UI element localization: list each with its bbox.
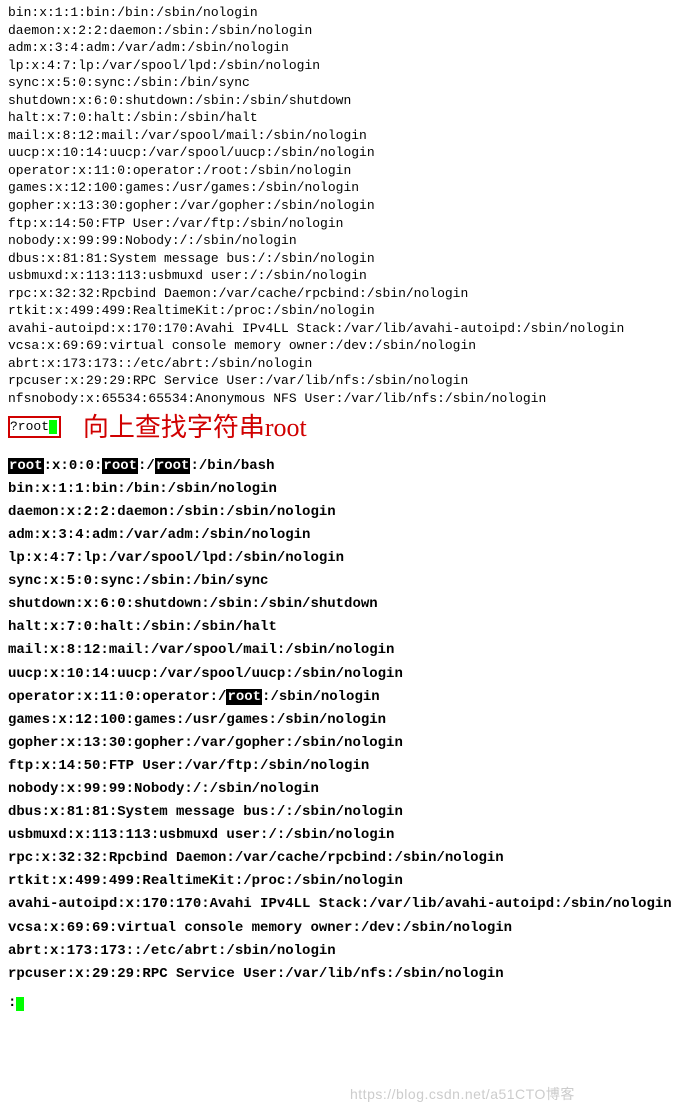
text-segment: bin:x:1:1:bin:/bin:/sbin/nologin	[8, 481, 277, 497]
text-segment: adm:x:3:4:adm:/var/adm:/sbin/nologin	[8, 527, 310, 543]
passwd-line: root:x:0:0:root:/root:/bin/bash	[8, 455, 667, 478]
text-segment: rpc:x:32:32:Rpcbind Daemon:/var/cache/rp…	[8, 850, 504, 866]
text-segment: nobody:x:99:99:Nobody:/:/sbin/nologin	[8, 781, 319, 797]
text-segment: :/	[138, 458, 155, 474]
text-segment: operator:x:11:0:operator:/	[8, 689, 226, 705]
watermark-text: https://blog.csdn.net/a51CTO博客	[350, 1085, 575, 1104]
passwd-line: bin:x:1:1:bin:/bin:/sbin/nologin	[8, 4, 667, 22]
prompt-colon: :	[8, 995, 16, 1011]
text-segment: :/sbin/nologin	[262, 689, 380, 705]
text-segment: abrt:x:173:173::/etc/abrt:/sbin/nologin	[8, 943, 336, 959]
text-segment: :/bin/bash	[190, 458, 274, 474]
passwd-line: gopher:x:13:30:gopher:/var/gopher:/sbin/…	[8, 732, 667, 755]
passwd-line: rpcuser:x:29:29:RPC Service User:/var/li…	[8, 372, 667, 390]
passwd-line: adm:x:3:4:adm:/var/adm:/sbin/nologin	[8, 524, 667, 547]
text-segment: ftp:x:14:50:FTP User:/var/ftp:/sbin/nolo…	[8, 758, 369, 774]
passwd-line: shutdown:x:6:0:shutdown:/sbin:/sbin/shut…	[8, 593, 667, 616]
search-text: ?root	[10, 419, 49, 434]
passwd-line: games:x:12:100:games:/usr/games:/sbin/no…	[8, 709, 667, 732]
passwd-line: uucp:x:10:14:uucp:/var/spool/uucp:/sbin/…	[8, 663, 667, 686]
passwd-line: gopher:x:13:30:gopher:/var/gopher:/sbin/…	[8, 197, 667, 215]
passwd-line: usbmuxd:x:113:113:usbmuxd user:/:/sbin/n…	[8, 267, 667, 285]
passwd-line: mail:x:8:12:mail:/var/spool/mail:/sbin/n…	[8, 127, 667, 145]
text-segment: dbus:x:81:81:System message bus:/:/sbin/…	[8, 804, 403, 820]
cursor-icon	[49, 420, 57, 434]
text-segment: usbmuxd:x:113:113:usbmuxd user:/:/sbin/n…	[8, 827, 394, 843]
text-segment: vcsa:x:69:69:virtual console memory owne…	[8, 920, 512, 936]
passwd-line: avahi-autoipd:x:170:170:Avahi IPv4LL Sta…	[8, 893, 667, 916]
passwd-line: lp:x:4:7:lp:/var/spool/lpd:/sbin/nologin	[8, 57, 667, 75]
passwd-line: halt:x:7:0:halt:/sbin:/sbin/halt	[8, 109, 667, 127]
search-match: root	[226, 689, 262, 705]
passwd-line: adm:x:3:4:adm:/var/adm:/sbin/nologin	[8, 39, 667, 57]
passwd-line: bin:x:1:1:bin:/bin:/sbin/nologin	[8, 478, 667, 501]
passwd-line: nobody:x:99:99:Nobody:/:/sbin/nologin	[8, 778, 667, 801]
passwd-line: mail:x:8:12:mail:/var/spool/mail:/sbin/n…	[8, 639, 667, 662]
search-line: ?root 向上查找字符串root	[0, 410, 675, 445]
terminal-output-bottom: root:x:0:0:root:/root:/bin/bashbin:x:1:1…	[0, 455, 675, 992]
passwd-line: sync:x:5:0:sync:/sbin:/bin/sync	[8, 570, 667, 593]
passwd-line: rpc:x:32:32:Rpcbind Daemon:/var/cache/rp…	[8, 285, 667, 303]
passwd-line: dbus:x:81:81:System message bus:/:/sbin/…	[8, 250, 667, 268]
text-segment: rpcuser:x:29:29:RPC Service User:/var/li…	[8, 966, 504, 982]
text-segment: daemon:x:2:2:daemon:/sbin:/sbin/nologin	[8, 504, 336, 520]
passwd-line: rpcuser:x:29:29:RPC Service User:/var/li…	[8, 963, 667, 986]
passwd-line: halt:x:7:0:halt:/sbin:/sbin/halt	[8, 616, 667, 639]
passwd-line: vcsa:x:69:69:virtual console memory owne…	[8, 337, 667, 355]
annotation-label: 向上查找字符串root	[83, 410, 307, 445]
text-segment: lp:x:4:7:lp:/var/spool/lpd:/sbin/nologin	[8, 550, 344, 566]
passwd-line: nfsnobody:x:65534:65534:Anonymous NFS Us…	[8, 390, 667, 408]
passwd-line: daemon:x:2:2:daemon:/sbin:/sbin/nologin	[8, 22, 667, 40]
passwd-line: rtkit:x:499:499:RealtimeKit:/proc:/sbin/…	[8, 302, 667, 320]
passwd-line: abrt:x:173:173::/etc/abrt:/sbin/nologin	[8, 355, 667, 373]
passwd-line: ftp:x:14:50:FTP User:/var/ftp:/sbin/nolo…	[8, 215, 667, 233]
text-segment: gopher:x:13:30:gopher:/var/gopher:/sbin/…	[8, 735, 403, 751]
text-segment: shutdown:x:6:0:shutdown:/sbin:/sbin/shut…	[8, 596, 378, 612]
text-segment: avahi-autoipd:x:170:170:Avahi IPv4LL Sta…	[8, 896, 672, 912]
search-match: root	[8, 458, 44, 474]
search-match: root	[102, 458, 138, 474]
search-match: root	[155, 458, 191, 474]
passwd-line: operator:x:11:0:operator:/root:/sbin/nol…	[8, 686, 667, 709]
prompt-line[interactable]: :	[0, 992, 675, 1021]
passwd-line: ftp:x:14:50:FTP User:/var/ftp:/sbin/nolo…	[8, 755, 667, 778]
passwd-line: abrt:x:173:173::/etc/abrt:/sbin/nologin	[8, 940, 667, 963]
text-segment: games:x:12:100:games:/usr/games:/sbin/no…	[8, 712, 386, 728]
passwd-line: avahi-autoipd:x:170:170:Avahi IPv4LL Sta…	[8, 320, 667, 338]
text-segment: rtkit:x:499:499:RealtimeKit:/proc:/sbin/…	[8, 873, 403, 889]
text-segment: :x:0:0:	[44, 458, 103, 474]
search-input-box[interactable]: ?root	[8, 416, 61, 438]
passwd-line: uucp:x:10:14:uucp:/var/spool/uucp:/sbin/…	[8, 144, 667, 162]
text-segment: mail:x:8:12:mail:/var/spool/mail:/sbin/n…	[8, 642, 394, 658]
text-segment: uucp:x:10:14:uucp:/var/spool/uucp:/sbin/…	[8, 666, 403, 682]
passwd-line: games:x:12:100:games:/usr/games:/sbin/no…	[8, 179, 667, 197]
cursor-icon	[16, 997, 24, 1011]
passwd-line: vcsa:x:69:69:virtual console memory owne…	[8, 917, 667, 940]
text-segment: sync:x:5:0:sync:/sbin:/bin/sync	[8, 573, 268, 589]
passwd-line: sync:x:5:0:sync:/sbin:/bin/sync	[8, 74, 667, 92]
passwd-line: lp:x:4:7:lp:/var/spool/lpd:/sbin/nologin	[8, 547, 667, 570]
passwd-line: nobody:x:99:99:Nobody:/:/sbin/nologin	[8, 232, 667, 250]
passwd-line: rtkit:x:499:499:RealtimeKit:/proc:/sbin/…	[8, 870, 667, 893]
terminal-output-top: bin:x:1:1:bin:/bin:/sbin/nologindaemon:x…	[0, 0, 675, 408]
passwd-line: daemon:x:2:2:daemon:/sbin:/sbin/nologin	[8, 501, 667, 524]
passwd-line: operator:x:11:0:operator:/root:/sbin/nol…	[8, 162, 667, 180]
passwd-line: rpc:x:32:32:Rpcbind Daemon:/var/cache/rp…	[8, 847, 667, 870]
passwd-line: usbmuxd:x:113:113:usbmuxd user:/:/sbin/n…	[8, 824, 667, 847]
passwd-line: dbus:x:81:81:System message bus:/:/sbin/…	[8, 801, 667, 824]
passwd-line: shutdown:x:6:0:shutdown:/sbin:/sbin/shut…	[8, 92, 667, 110]
text-segment: halt:x:7:0:halt:/sbin:/sbin/halt	[8, 619, 277, 635]
